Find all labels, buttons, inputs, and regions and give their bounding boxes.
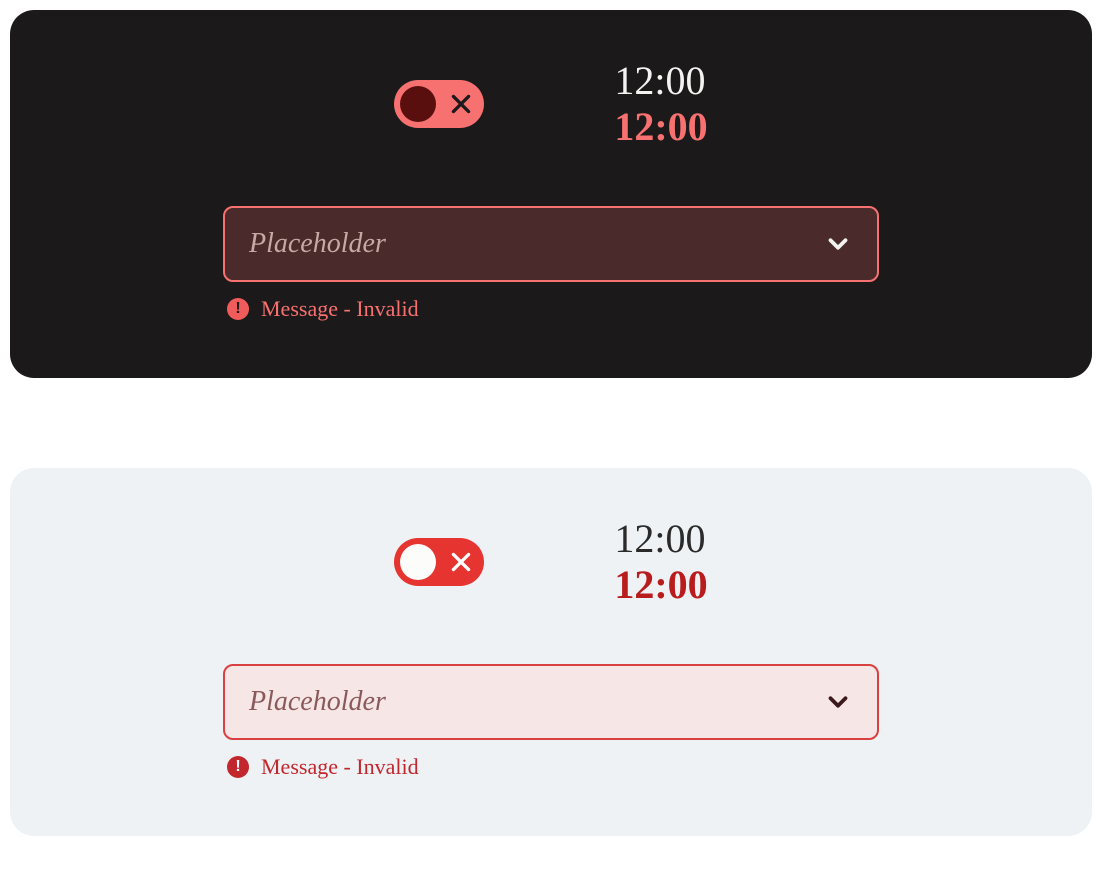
- validation-message-light: ! Message - Invalid: [223, 754, 879, 780]
- alert-icon: !: [227, 756, 249, 778]
- time-display-light: 12:00 12:00: [614, 516, 707, 608]
- toggle-knob: [400, 544, 436, 580]
- light-theme-card: 12:00 12:00 Placeholder ! Message - Inva…: [10, 468, 1092, 836]
- time-primary: 12:00: [614, 516, 707, 562]
- dark-top-row: 12:00 12:00: [10, 58, 1092, 150]
- dark-theme-card: 12:00 12:00 Placeholder ! Message - Inva…: [10, 10, 1092, 378]
- dropdown-group-light: Placeholder ! Message - Invalid: [223, 664, 879, 780]
- light-top-row: 12:00 12:00: [10, 516, 1092, 608]
- validation-text: Message - Invalid: [261, 296, 419, 322]
- dropdown-placeholder: Placeholder: [249, 228, 386, 260]
- dropdown-placeholder: Placeholder: [249, 686, 386, 718]
- toggle-switch-light[interactable]: [394, 538, 484, 586]
- validation-text: Message - Invalid: [261, 754, 419, 780]
- close-icon: [448, 91, 474, 117]
- time-primary: 12:00: [614, 58, 707, 104]
- chevron-down-icon: [823, 687, 853, 717]
- validation-message-dark: ! Message - Invalid: [223, 296, 879, 322]
- time-secondary: 12:00: [614, 104, 707, 150]
- dropdown-group-dark: Placeholder ! Message - Invalid: [223, 206, 879, 322]
- dropdown-field-dark[interactable]: Placeholder: [223, 206, 879, 282]
- dropdown-field-light[interactable]: Placeholder: [223, 664, 879, 740]
- alert-icon: !: [227, 298, 249, 320]
- toggle-knob: [400, 86, 436, 122]
- chevron-down-icon: [823, 229, 853, 259]
- toggle-switch-dark[interactable]: [394, 80, 484, 128]
- close-icon: [448, 549, 474, 575]
- time-display-dark: 12:00 12:00: [614, 58, 707, 150]
- time-secondary: 12:00: [614, 562, 707, 608]
